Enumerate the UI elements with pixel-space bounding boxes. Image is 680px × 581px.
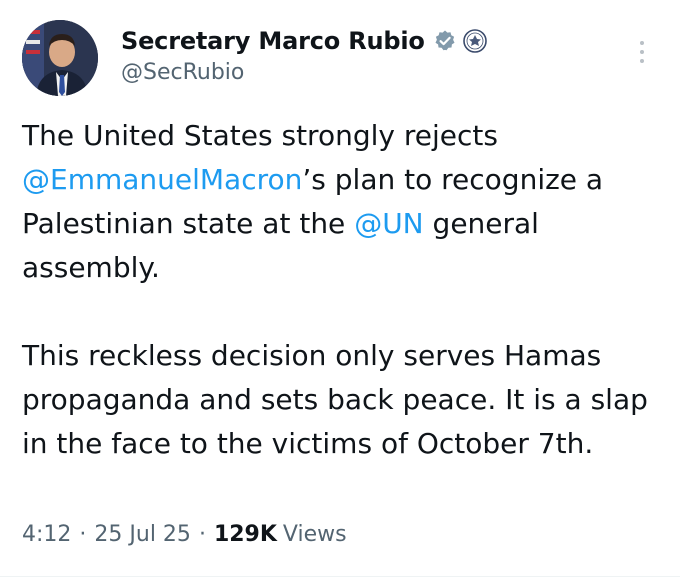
- author-handle[interactable]: @SecRubio: [121, 60, 244, 85]
- tweet-meta: 4:12 · 25 Jul 25 · 129K Views: [22, 522, 347, 547]
- more-dot: [640, 59, 644, 63]
- mention-un-link[interactable]: @UN: [354, 207, 423, 240]
- tweet-text-segment: The United States strongly rejects: [22, 119, 498, 152]
- avatar-photo-icon: [22, 20, 98, 96]
- author-name-row: Secretary Marco Rubio: [121, 24, 487, 58]
- verified-badge-icon[interactable]: [433, 29, 457, 53]
- divider: [0, 576, 680, 577]
- meta-separator: ·: [198, 522, 206, 547]
- more-dot: [640, 50, 644, 54]
- views-count[interactable]: 129K: [214, 522, 277, 547]
- tweet-date[interactable]: 25 Jul 25: [94, 522, 191, 547]
- tweet: Secretary Marco Rubio @SecRubio The Unit…: [0, 0, 680, 581]
- tweet-paragraph-2: This reckless decision only serves Hamas…: [22, 339, 648, 460]
- views-label[interactable]: Views: [283, 522, 347, 547]
- more-options-icon[interactable]: [630, 36, 654, 68]
- meta-separator: ·: [79, 522, 87, 547]
- tweet-text: The United States strongly rejects @Emma…: [22, 114, 662, 466]
- tweet-paragraph-1: The United States strongly rejects @Emma…: [22, 114, 662, 290]
- tweet-time[interactable]: 4:12: [22, 522, 71, 547]
- mention-emmanuelmacron-link[interactable]: @EmmanuelMacron: [22, 163, 302, 196]
- author-display-name[interactable]: Secretary Marco Rubio: [121, 27, 425, 55]
- state-department-seal-icon[interactable]: [462, 29, 487, 53]
- avatar[interactable]: [22, 20, 98, 96]
- more-dot: [640, 41, 644, 45]
